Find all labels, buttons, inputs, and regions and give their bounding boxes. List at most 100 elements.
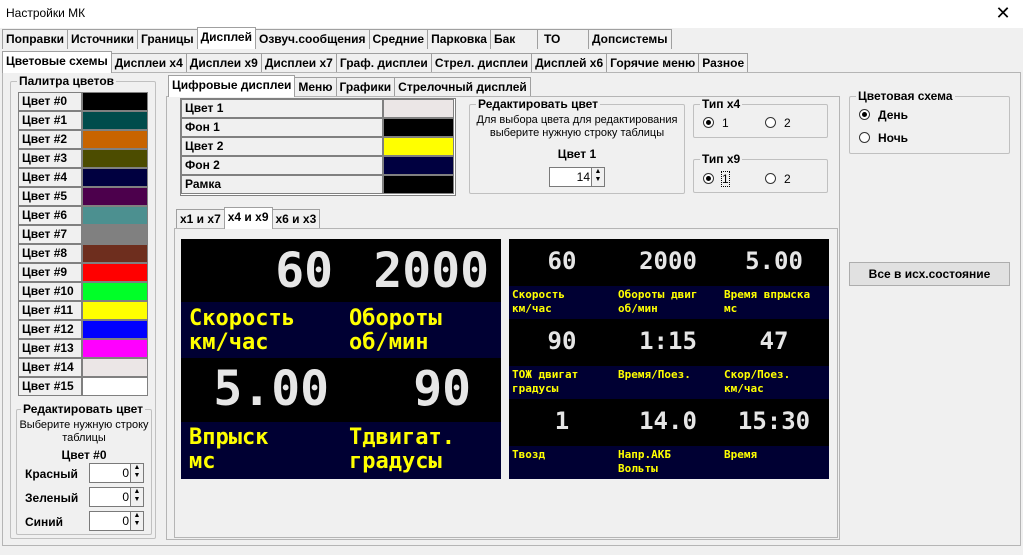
- palette-label[interactable]: Цвет #15: [18, 377, 82, 396]
- palette-label[interactable]: Цвет #8: [18, 244, 82, 263]
- palette-swatch[interactable]: [82, 377, 148, 396]
- palette-label[interactable]: Цвет #0: [18, 92, 82, 111]
- palette-label[interactable]: Цвет #2: [18, 130, 82, 149]
- palette-label[interactable]: Цвет #4: [18, 168, 82, 187]
- tab-display-x6[interactable]: Дисплей x6: [531, 53, 608, 73]
- blue-stepper[interactable]: 0 ▲ ▼: [89, 511, 144, 531]
- tab-popravki[interactable]: Поправки: [2, 29, 68, 49]
- palette-swatch[interactable]: [82, 187, 148, 206]
- tab-ozvuch[interactable]: Озвуч.сообщения: [254, 29, 370, 49]
- radio-checked-icon[interactable]: [859, 109, 870, 120]
- tab-gauge-display[interactable]: Стрелочный дисплей: [394, 77, 531, 97]
- edit-color-current-mid: Цвет 1: [557, 147, 597, 161]
- palette-swatch[interactable]: [82, 130, 148, 149]
- radio-checked-icon[interactable]: [703, 117, 714, 128]
- color-row-swatch[interactable]: [383, 99, 454, 118]
- tab-color-schemes[interactable]: Цветовые схемы: [2, 51, 112, 73]
- tab-digital-displays[interactable]: Цифровые дисплеи: [168, 75, 296, 97]
- edit-color-hint-left: Выберите нужную строку таблицы: [19, 419, 149, 444]
- green-stepper[interactable]: 0 ▲ ▼: [89, 487, 144, 507]
- spin-arrows-icon[interactable]: ▲ ▼: [130, 464, 143, 482]
- palette-label[interactable]: Цвет #11: [18, 301, 82, 320]
- tab-misc[interactable]: Разное: [698, 53, 749, 73]
- tab-displays-x7[interactable]: Дисплеи x7: [260, 53, 337, 73]
- type-x9-option-1-label: 1: [721, 171, 730, 187]
- spin-arrows-icon[interactable]: ▲ ▼: [130, 488, 143, 506]
- palette-label[interactable]: Цвет #14: [18, 358, 82, 377]
- tab-bak[interactable]: Бак: [489, 29, 538, 49]
- type-x4-option-2[interactable]: 2: [765, 116, 791, 130]
- palette-label[interactable]: Цвет #3: [18, 149, 82, 168]
- color-index-stepper[interactable]: 14 ▲ ▼: [549, 167, 605, 187]
- palette-swatch[interactable]: [82, 111, 148, 130]
- palette-swatch[interactable]: [82, 168, 148, 187]
- tab-displey[interactable]: Дисплей: [196, 27, 256, 49]
- tab-graph-displays[interactable]: Граф. дисплеи: [335, 53, 432, 73]
- tab-dopsistemy[interactable]: Допсистемы: [587, 29, 672, 49]
- palette-swatch[interactable]: [82, 358, 148, 377]
- radio-icon[interactable]: [859, 132, 870, 143]
- palette-label[interactable]: Цвет #5: [18, 187, 82, 206]
- red-stepper[interactable]: 0 ▲ ▼: [89, 463, 144, 483]
- x4-display-screen: 60 2000 Скорость км/час Обороты об/мин 5…: [181, 239, 501, 479]
- color-row-swatch[interactable]: [383, 118, 454, 137]
- color-row-label[interactable]: Цвет 1: [181, 99, 383, 118]
- tab-x6-x3[interactable]: x6 и x3: [271, 209, 321, 229]
- scheme-night-option[interactable]: Ночь: [859, 131, 908, 145]
- palette-swatch[interactable]: [82, 149, 148, 168]
- color-row-swatch[interactable]: [383, 175, 454, 194]
- tab-displays-x9[interactable]: Дисплеи x9: [185, 53, 262, 73]
- palette-label[interactable]: Цвет #9: [18, 263, 82, 282]
- radio-icon[interactable]: [765, 173, 776, 184]
- spin-arrows-icon[interactable]: ▲ ▼: [130, 512, 143, 530]
- tab-granitsy[interactable]: Границы: [137, 29, 198, 49]
- spin-arrows-icon[interactable]: ▲ ▼: [591, 168, 604, 186]
- close-icon[interactable]: ✕: [993, 2, 1013, 24]
- tab-x4-x9[interactable]: x4 и x9: [223, 207, 273, 229]
- tab-x1-x7[interactable]: x1 и x7: [176, 209, 225, 229]
- type-x9-option-1[interactable]: 1: [703, 171, 730, 187]
- tab-graphs[interactable]: Графики: [335, 77, 396, 97]
- type-x9-option-2-label: 2: [784, 172, 791, 186]
- type-x4-option-1[interactable]: 1: [703, 116, 729, 130]
- palette-label[interactable]: Цвет #12: [18, 320, 82, 339]
- palette-label[interactable]: Цвет #6: [18, 206, 82, 225]
- palette-swatch[interactable]: [82, 301, 148, 320]
- color-row-swatch[interactable]: [383, 137, 454, 156]
- radio-checked-icon[interactable]: [703, 173, 714, 184]
- type-x9-option-2[interactable]: 2: [765, 172, 791, 186]
- palette-swatch[interactable]: [82, 225, 148, 244]
- title-bar: Настройки МК ✕: [0, 0, 1023, 28]
- type-x4-option-1-label: 1: [722, 116, 729, 130]
- color-row-label[interactable]: Цвет 2: [181, 137, 383, 156]
- palette-swatch[interactable]: [82, 339, 148, 358]
- palette-label[interactable]: Цвет #7: [18, 225, 82, 244]
- color-row-label[interactable]: Фон 1: [181, 118, 383, 137]
- tab-parkovka[interactable]: Парковка: [427, 29, 491, 49]
- palette-swatch[interactable]: [82, 320, 148, 339]
- second-tab-row: Цветовые схемы Дисплеи x4 Дисплеи x9 Дис…: [2, 51, 749, 73]
- tab-to[interactable]: ТО: [536, 29, 589, 49]
- palette-swatch[interactable]: [82, 244, 148, 263]
- color-row-label[interactable]: Фон 2: [181, 156, 383, 175]
- scheme-day-option[interactable]: День: [859, 108, 908, 122]
- tab-gauge-displays[interactable]: Стрел. дисплеи: [430, 53, 533, 73]
- tab-menu[interactable]: Меню: [294, 77, 337, 97]
- reset-all-button[interactable]: Все в исх.состояние: [849, 262, 1010, 286]
- tab-displays-x4[interactable]: Дисплеи x4: [110, 53, 187, 73]
- palette-label[interactable]: Цвет #1: [18, 111, 82, 130]
- tab-srednie[interactable]: Средние: [368, 29, 429, 49]
- palette-swatch[interactable]: [82, 92, 148, 111]
- tab-hot-menus[interactable]: Горячие меню: [606, 53, 700, 73]
- tab-istochniki[interactable]: Источники: [66, 29, 138, 49]
- palette-label[interactable]: Цвет #13: [18, 339, 82, 358]
- palette-swatch[interactable]: [82, 282, 148, 301]
- palette-swatch[interactable]: [82, 263, 148, 282]
- x4-label: Тдвигат.: [349, 425, 455, 450]
- palette-label[interactable]: Цвет #10: [18, 282, 82, 301]
- radio-icon[interactable]: [765, 117, 776, 128]
- color-row-label[interactable]: Рамка: [181, 175, 383, 194]
- palette-swatch[interactable]: [82, 206, 148, 225]
- green-value: 0: [122, 490, 129, 504]
- color-row-swatch[interactable]: [383, 156, 454, 175]
